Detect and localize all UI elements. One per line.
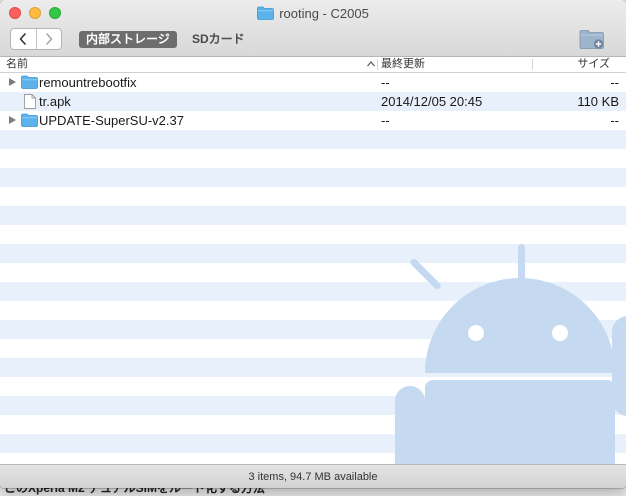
column-name-header[interactable]: 名前	[6, 57, 28, 72]
file-modified: --	[381, 75, 390, 90]
new-folder-button[interactable]	[578, 28, 606, 50]
disclosure-triangle-icon[interactable]	[9, 116, 16, 124]
document-icon	[24, 94, 36, 109]
column-header: 名前 最終更新 サイズ	[0, 57, 626, 73]
android-robot-watermark	[395, 244, 626, 464]
file-size: 110 KB	[577, 94, 619, 109]
list-item[interactable]: UPDATE-SuperSU-v2.37 -- --	[0, 111, 626, 130]
column-divider	[532, 59, 533, 70]
file-size: --	[610, 113, 619, 128]
column-divider	[377, 59, 378, 70]
column-size-header[interactable]: サイズ	[577, 57, 610, 72]
file-list: remountrebootfix -- -- tr.apk 2014/12/05…	[0, 73, 626, 464]
tab-internal-storage[interactable]: 内部ストレージ	[79, 31, 177, 48]
chevron-left-icon	[19, 33, 27, 45]
folder-icon	[257, 6, 275, 20]
file-name: remountrebootfix	[39, 75, 137, 90]
file-name: UPDATE-SuperSU-v2.37	[39, 113, 184, 128]
new-folder-icon	[579, 30, 604, 49]
sort-ascending-icon	[367, 61, 375, 67]
file-modified: --	[381, 113, 390, 128]
disclosure-triangle-icon[interactable]	[9, 78, 16, 86]
window-title-text: rooting - C2005	[279, 5, 369, 21]
tab-sd-card[interactable]: SDカード	[185, 31, 252, 48]
file-browser-window: rooting - C2005 内部ストレージ SDカード 名前 最終更新 サイ…	[0, 0, 626, 488]
forward-button[interactable]	[35, 29, 62, 49]
file-name: tr.apk	[39, 94, 71, 109]
list-item[interactable]: tr.apk 2014/12/05 20:45 110 KB	[0, 92, 626, 111]
folder-icon	[21, 75, 38, 89]
window-title: rooting - C2005	[0, 3, 626, 23]
column-modified-header[interactable]: 最終更新	[381, 57, 425, 72]
file-modified: 2014/12/05 20:45	[381, 94, 483, 109]
back-button[interactable]	[11, 29, 36, 49]
navigation-buttons	[10, 28, 62, 50]
file-size: --	[610, 75, 619, 90]
status-summary: 3 items, 94.7 MB available	[248, 471, 378, 483]
chevron-right-icon	[45, 33, 53, 45]
title-bar: rooting - C2005 内部ストレージ SDカード	[0, 0, 626, 57]
list-item[interactable]: remountrebootfix -- --	[0, 73, 626, 92]
folder-icon	[21, 113, 38, 127]
status-bar: 3 items, 94.7 MB available	[0, 464, 626, 488]
